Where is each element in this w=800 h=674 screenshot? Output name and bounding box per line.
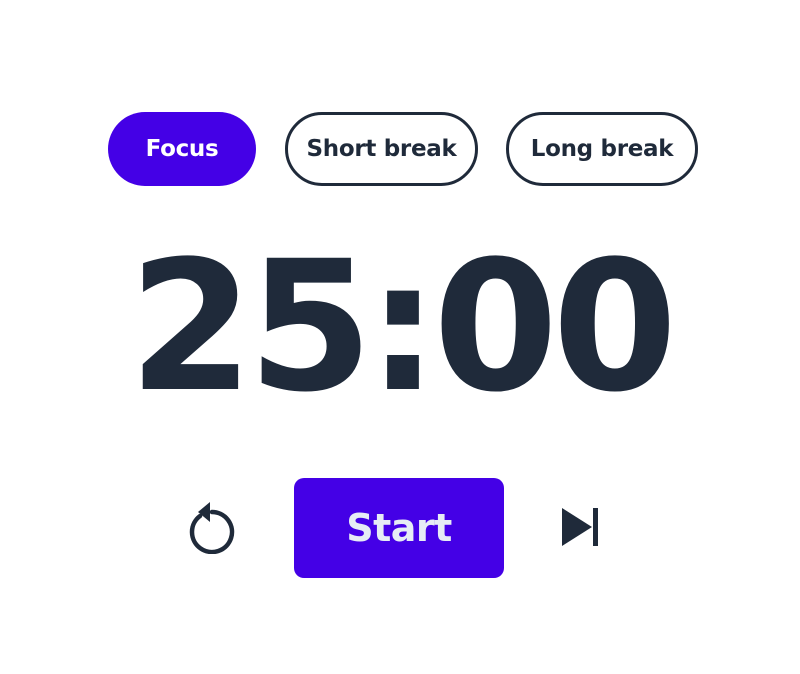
tab-focus[interactable]: Focus [108,112,256,186]
tab-long-break[interactable]: Long break [506,112,698,186]
tab-focus-label: Focus [145,136,219,162]
timer-display: 25:00 [128,223,678,432]
start-button[interactable]: Start [294,478,504,578]
mode-tabs: Focus Short break Long break [108,112,698,186]
tab-short-break[interactable]: Short break [285,112,478,186]
reset-icon [189,502,235,555]
skip-next-icon [562,508,598,546]
skip-button[interactable] [558,504,602,550]
start-button-label: Start [346,506,452,550]
timer-controls: Start [0,478,800,578]
tab-short-break-label: Short break [306,136,457,162]
tab-long-break-label: Long break [530,136,674,162]
reset-button[interactable] [186,500,238,555]
